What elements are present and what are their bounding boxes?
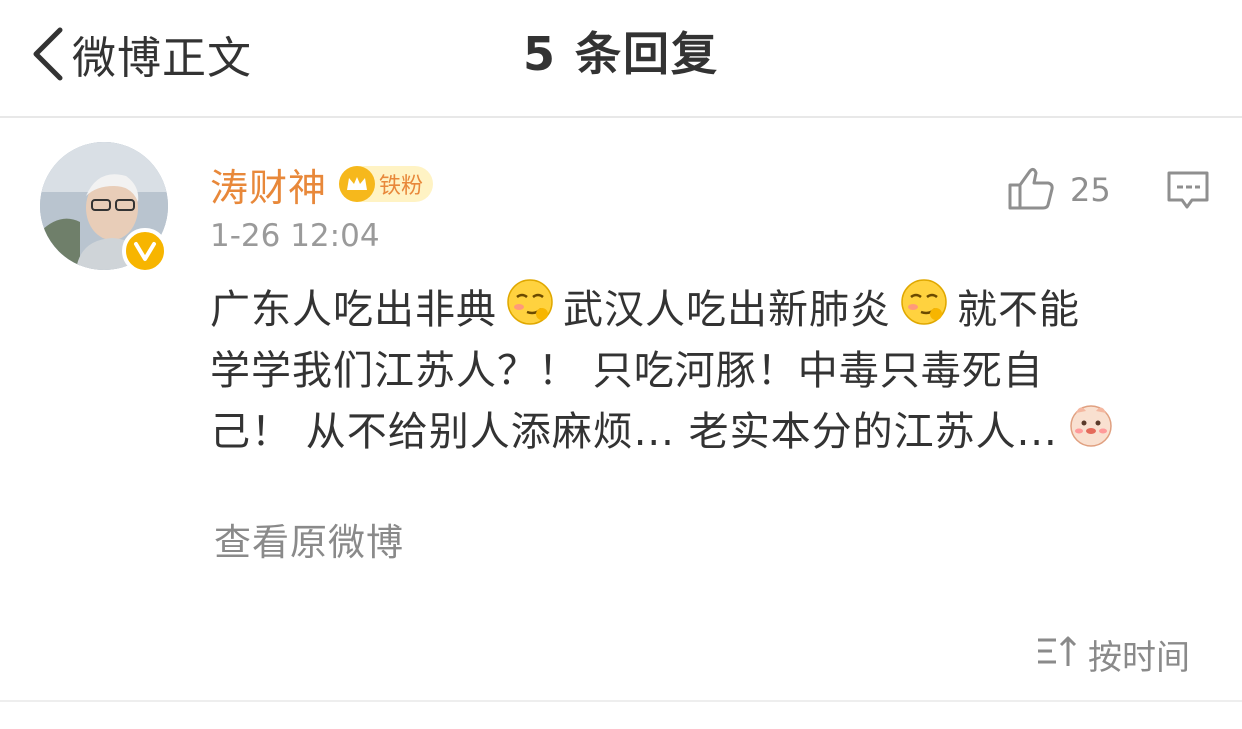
thumbs-up-icon — [1006, 165, 1056, 215]
comment-line: 学学我们江苏人？！ 只吃河豚！中毒只毒死自 — [210, 348, 1044, 394]
smug-face-emoji-icon — [899, 277, 949, 345]
comment-text-segment: 己！ 从不给别人添麻烦... 老实本分的江苏人... — [210, 409, 1058, 455]
comment-line: 广东人吃出非典 武汉人吃出新肺炎 就不能 — [210, 278, 1200, 341]
page-title: 5 条回复 — [522, 27, 720, 81]
top-nav-bar: 微博正文 5 条回复 — [0, 0, 1242, 118]
username[interactable]: 涛财神 — [210, 157, 327, 212]
verified-badge-icon — [122, 228, 168, 274]
fan-badge: 铁粉 — [339, 166, 434, 202]
comment-timestamp: 1-26 12:04 — [210, 218, 380, 254]
doge-emoji-icon — [1066, 399, 1116, 467]
view-original-post-link[interactable]: 查看原微博 — [214, 512, 404, 566]
sort-icon — [1036, 634, 1080, 674]
sort-by-time-button[interactable]: 按时间 — [1036, 630, 1190, 678]
comment-text: 广东人吃出非典 武汉人吃出新肺炎 就不能 学学我们江苏人？！ 只吃河豚！中毒只毒… — [210, 278, 1200, 463]
reply-button[interactable] — [1166, 168, 1210, 216]
sort-label: 按时间 — [1088, 637, 1190, 678]
divider — [0, 700, 1242, 702]
crown-icon — [339, 166, 376, 202]
like-count: 25 — [1070, 171, 1111, 209]
comment-author: 涛财神 铁粉 — [210, 157, 434, 212]
comment-line: 己！ 从不给别人添麻烦... 老实本分的江苏人... — [210, 402, 1200, 463]
comment-text-segment: 就不能 — [957, 287, 1080, 333]
smug-face-emoji-icon — [505, 277, 555, 345]
comment-icon — [1166, 171, 1210, 216]
like-button[interactable]: 25 — [1006, 165, 1111, 215]
comment-text-segment: 广东人吃出非典 — [210, 287, 497, 333]
fan-badge-label: 铁粉 — [379, 174, 424, 199]
comment-text-segment: 武汉人吃出新肺炎 — [563, 287, 891, 333]
